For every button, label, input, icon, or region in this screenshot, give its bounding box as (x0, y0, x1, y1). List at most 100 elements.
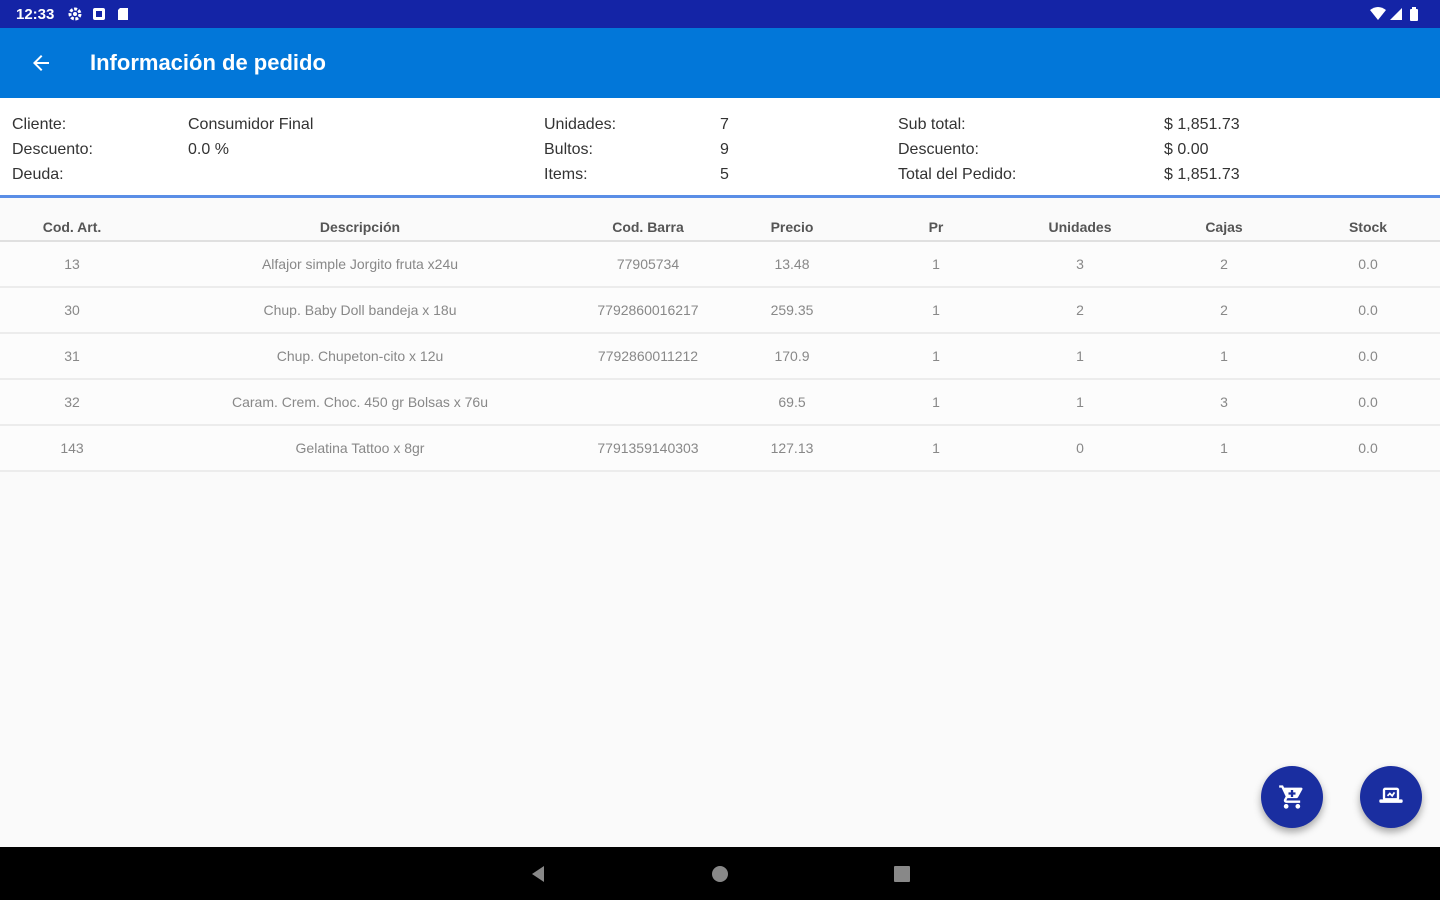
order-items-table: Cod. Art. Descripción Cod. Barra Precio … (0, 214, 1440, 472)
arrow-left-icon (33, 55, 49, 71)
cell-stock: 0.0 (1358, 348, 1378, 364)
wifi-icon (1370, 7, 1386, 21)
battery-icon (1410, 7, 1424, 21)
cell-cod-art: 143 (60, 440, 84, 456)
nav-back-button[interactable] (526, 862, 550, 886)
items-value: 5 (720, 166, 729, 183)
summary-values-right: $ 1,851.73 $ 0.00 $ 1,851.73 (1164, 112, 1240, 187)
cell-cajas: 3 (1220, 394, 1228, 410)
circle-home-icon (712, 866, 728, 882)
cell-cod-art: 30 (64, 302, 80, 318)
cell-cod-art: 13 (64, 256, 80, 272)
cell-stock: 0.0 (1358, 256, 1378, 272)
table-row[interactable]: 30 Chup. Baby Doll bandeja x 18u 7792860… (0, 288, 1440, 334)
unidades-value: 7 (720, 116, 729, 133)
descuento-label: Descuento: (12, 141, 93, 158)
table-row[interactable]: 31 Chup. Chupeton-cito x 12u 77928600112… (0, 334, 1440, 380)
system-nav-bar (0, 847, 1440, 900)
table-row[interactable]: 13 Alfajor simple Jorgito fruta x24u 779… (0, 242, 1440, 288)
cart-fab-button[interactable] (1261, 766, 1323, 828)
page-title: Información de pedido (90, 50, 326, 75)
deuda-label: Deuda: (12, 166, 64, 183)
bultos-value: 9 (720, 141, 729, 158)
header-pr: Pr (928, 219, 944, 235)
summary-labels-left: Cliente: Descuento: Deuda: (12, 112, 93, 187)
header-precio: Precio (770, 219, 814, 235)
cell-stock: 0.0 (1358, 394, 1378, 410)
cell-cod-barra: 7792860011212 (597, 348, 699, 364)
subtotal-label: Sub total: (898, 116, 966, 133)
shopping-cart-icon (1279, 785, 1303, 809)
cell-cod-art: 32 (64, 394, 80, 410)
descuento2-label: Descuento: (898, 141, 979, 158)
cell-descripcion: Gelatina Tattoo x 8gr (295, 440, 425, 456)
cell-unidades: 1 (1076, 394, 1084, 410)
nav-recents-button[interactable] (890, 862, 914, 886)
cell-unidades: 0 (1076, 440, 1084, 456)
cell-cod-barra: 7792860016217 (597, 302, 699, 318)
header-unidades: Unidades (1048, 219, 1112, 235)
cliente-label: Cliente: (12, 116, 67, 133)
delivery-truck-icon (1379, 787, 1403, 803)
status-left: 12:33 (16, 6, 130, 23)
items-label: Items: (544, 166, 588, 183)
descuento2-value: $ 0.00 (1164, 141, 1209, 158)
cell-pr: 1 (932, 302, 940, 318)
cell-descripcion: Caram. Crem. Choc. 450 gr Bolsas x 76u (232, 394, 488, 410)
cell-cod-barra: 7791359140303 (597, 440, 699, 456)
summary-labels-right: Sub total: Descuento: Total del Pedido: (898, 112, 1016, 187)
cell-cajas: 2 (1220, 256, 1228, 272)
cliente-value: Consumidor Final (188, 116, 314, 133)
back-button[interactable] (17, 39, 65, 87)
cell-unidades: 3 (1076, 256, 1084, 272)
total-value: $ 1,851.73 (1164, 166, 1240, 183)
header-cod-barra: Cod. Barra (612, 219, 684, 235)
header-descripcion: Descripción (319, 219, 401, 235)
cell-pr: 1 (932, 440, 940, 456)
cell-stock: 0.0 (1358, 440, 1378, 456)
cell-cajas: 1 (1220, 348, 1228, 364)
header-stock: Stock (1348, 219, 1388, 235)
cell-cod-art: 31 (64, 348, 80, 364)
cell-unidades: 2 (1076, 302, 1084, 318)
cell-cod-barra: 77905734 (616, 256, 680, 272)
cell-cajas: 2 (1220, 302, 1228, 318)
total-label: Total del Pedido: (898, 166, 1017, 183)
app-bar: Información de pedido (0, 28, 1440, 98)
summary-labels-mid: Unidades: Bultos: Items: (544, 112, 616, 187)
cell-precio: 259.35 (770, 302, 814, 318)
table-row[interactable]: 143 Gelatina Tattoo x 8gr 7791359140303 … (0, 426, 1440, 472)
delivery-fab-button[interactable] (1360, 766, 1422, 828)
cell-cajas: 1 (1220, 440, 1228, 456)
cell-pr: 1 (932, 256, 940, 272)
nav-home-button[interactable] (708, 862, 732, 886)
square-recents-icon (894, 866, 910, 882)
sd-card-icon (116, 7, 130, 21)
status-right (1370, 7, 1424, 21)
cell-descripcion: Alfajor simple Jorgito fruta x24u (261, 256, 459, 272)
status-time: 12:33 (16, 5, 55, 23)
cell-unidades: 1 (1076, 348, 1084, 364)
cell-precio: 69.5 (778, 394, 806, 410)
summary-values-left: Consumidor Final 0.0 % (188, 112, 313, 162)
bultos-label: Bultos: (544, 141, 593, 158)
notification-icon (92, 7, 106, 21)
triangle-back-icon (532, 866, 544, 882)
cell-precio: 13.48 (774, 256, 810, 272)
cell-precio: 127.13 (770, 440, 814, 456)
summary-values-mid: 7 9 5 (720, 112, 729, 187)
cell-stock: 0.0 (1358, 302, 1378, 318)
cell-pr: 1 (932, 348, 940, 364)
table-header: Cod. Art. Descripción Cod. Barra Precio … (0, 214, 1440, 242)
header-cajas: Cajas (1205, 219, 1243, 235)
descuento-value: 0.0 % (188, 141, 229, 158)
settings-icon (68, 7, 82, 21)
table-row[interactable]: 32 Caram. Crem. Choc. 450 gr Bolsas x 76… (0, 380, 1440, 426)
status-bar: 12:33 (0, 0, 1440, 28)
cell-precio: 170.9 (774, 348, 810, 364)
order-summary: Cliente: Descuento: Deuda: Consumidor Fi… (0, 98, 1440, 198)
cell-pr: 1 (932, 394, 940, 410)
cell-descripcion: Chup. Chupeton-cito x 12u (276, 348, 444, 364)
unidades-label: Unidades: (544, 116, 617, 133)
cell-descripcion: Chup. Baby Doll bandeja x 18u (263, 302, 457, 318)
